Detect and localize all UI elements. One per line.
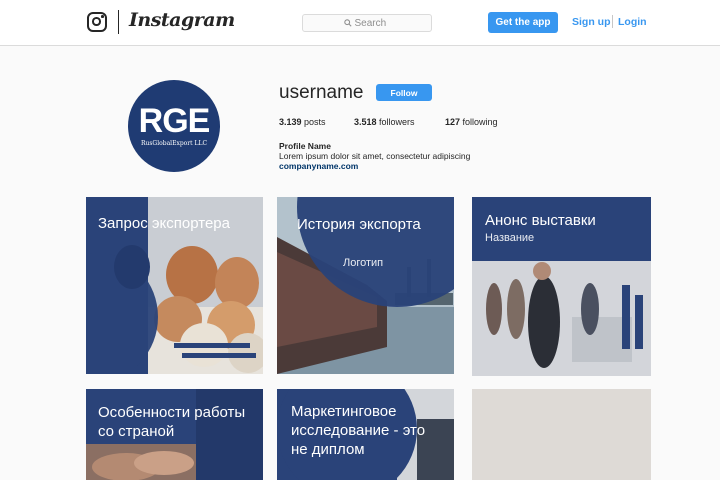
post-subtitle: Логотип — [343, 257, 384, 269]
post-tile-marketing-research[interactable]: Маркетинговое исследование - это не дипл… — [277, 389, 454, 480]
post-title: Анонс выставки — [485, 212, 596, 229]
post-subtitle: Название — [485, 232, 535, 244]
posts-count: 3.139 — [279, 117, 302, 127]
followers-count: 3.518 — [354, 117, 377, 127]
instagram-camera-icon[interactable] — [87, 12, 107, 32]
brand-divider — [118, 10, 119, 34]
sign-up-link[interactable]: Sign up — [572, 16, 611, 28]
post-tile-placeholder[interactable] — [472, 389, 651, 480]
search-box[interactable] — [302, 14, 432, 32]
posts-label: posts — [304, 117, 326, 127]
followers-stat[interactable]: 3.518 followers — [354, 117, 415, 127]
profile-avatar[interactable]: RGE RusGlobalExport LLC — [128, 80, 220, 172]
post-title: Особенности работы со страной — [98, 404, 246, 440]
post-tile-exhibition-announcement[interactable]: Анонс выставки Название — [472, 197, 651, 376]
post-title: Запрос экспортера — [98, 215, 230, 232]
get-the-app-button[interactable]: Get the app — [488, 12, 558, 33]
bio-name: Profile Name — [279, 141, 331, 151]
avatar-company-name: RusGlobalExport LLC — [140, 140, 208, 147]
follow-button[interactable]: Follow — [376, 84, 432, 101]
top-navigation-bar: Instagram Get the app Sign up Login — [0, 0, 720, 46]
bio-website-link[interactable]: companyname.com — [279, 161, 358, 171]
post-tile-export-history[interactable]: История экспорта Логотип — [277, 197, 454, 374]
login-link[interactable]: Login — [618, 16, 647, 28]
following-label: following — [462, 117, 498, 127]
following-count: 127 — [445, 117, 461, 127]
auth-divider — [612, 15, 613, 28]
post-title: Маркетинговое исследование - это не дипл… — [291, 403, 426, 458]
search-input[interactable] — [354, 17, 391, 29]
profile-username: username — [279, 82, 364, 103]
followers-label: followers — [379, 117, 415, 127]
avatar-monogram: RGE — [138, 102, 211, 140]
post-tile-country-specifics[interactable]: Особенности работы со страной — [86, 389, 263, 480]
search-icon — [343, 19, 352, 27]
bio-text: Lorem ipsum dolor sit amet, consectetur … — [279, 151, 471, 161]
instagram-logo[interactable]: Instagram — [129, 9, 235, 31]
posts-stat: 3.139 posts — [279, 117, 326, 127]
post-tile-exporter-request[interactable]: Запрос экспортера — [86, 197, 263, 374]
following-stat[interactable]: 127 following — [445, 117, 498, 127]
post-title: История экспорта — [297, 216, 421, 233]
